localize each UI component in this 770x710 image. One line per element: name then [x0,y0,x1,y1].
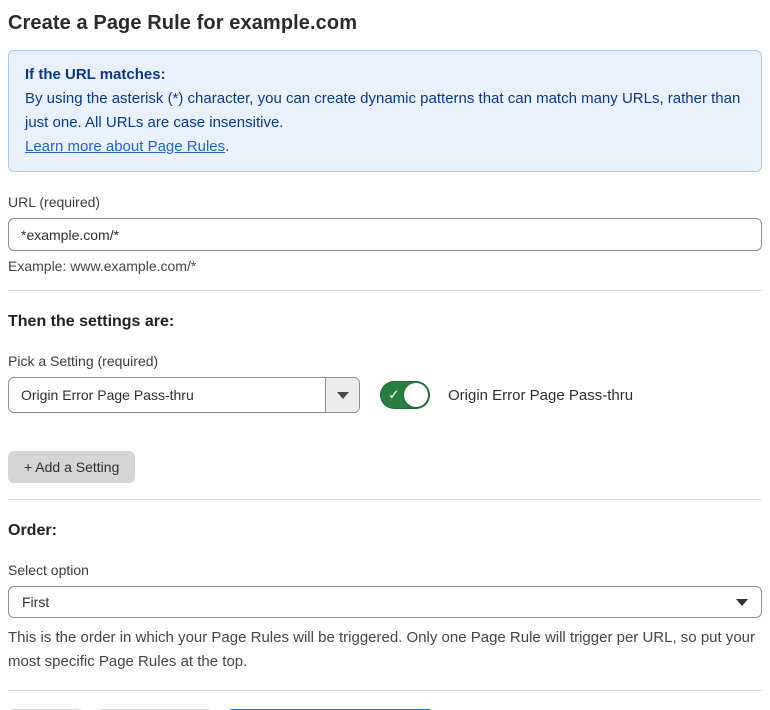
divider [8,499,762,500]
url-field-label: URL (required) [8,194,101,210]
info-box-body: By using the asterisk (*) character, you… [25,90,741,131]
link-period: . [225,138,230,155]
url-input[interactable] [8,218,762,251]
setting-dropdown[interactable]: Origin Error Page Pass-thru [8,377,360,413]
order-select-value: First [22,594,50,610]
pick-setting-label: Pick a Setting (required) [8,353,159,369]
order-helper-text: This is the order in which your Page Rul… [8,629,756,670]
setting-dropdown-arrow-button[interactable] [325,378,359,412]
order-select[interactable]: First [8,586,762,618]
caret-down-icon [736,598,748,606]
learn-more-link[interactable]: Learn more about Page Rules [25,138,225,155]
info-box-heading: If the URL matches: [25,66,166,83]
url-example-helper: Example: www.example.com/* [8,258,197,274]
order-section-heading: Order: [8,522,57,539]
url-match-info-box: If the URL matches: By using the asteris… [8,50,762,172]
setting-toggle-group: ✓ Origin Error Page Pass-thru [380,381,633,409]
divider [8,690,762,691]
origin-error-toggle[interactable]: ✓ [380,381,430,409]
divider [8,290,762,291]
setting-row: Origin Error Page Pass-thru ✓ Origin Err… [8,377,762,413]
add-setting-button[interactable]: + Add a Setting [8,451,136,483]
settings-section-heading: Then the settings are: [8,313,175,330]
setting-dropdown-value: Origin Error Page Pass-thru [21,387,194,403]
page-title: Create a Page Rule for example.com [8,12,358,34]
chevron-down-icon [336,391,349,399]
info-box-link-line: Learn more about Page Rules. [25,135,745,159]
select-option-label: Select option [8,562,89,578]
toggle-knob [404,383,428,407]
toggle-label: Origin Error Page Pass-thru [448,386,634,404]
check-icon: ✓ [388,386,400,403]
